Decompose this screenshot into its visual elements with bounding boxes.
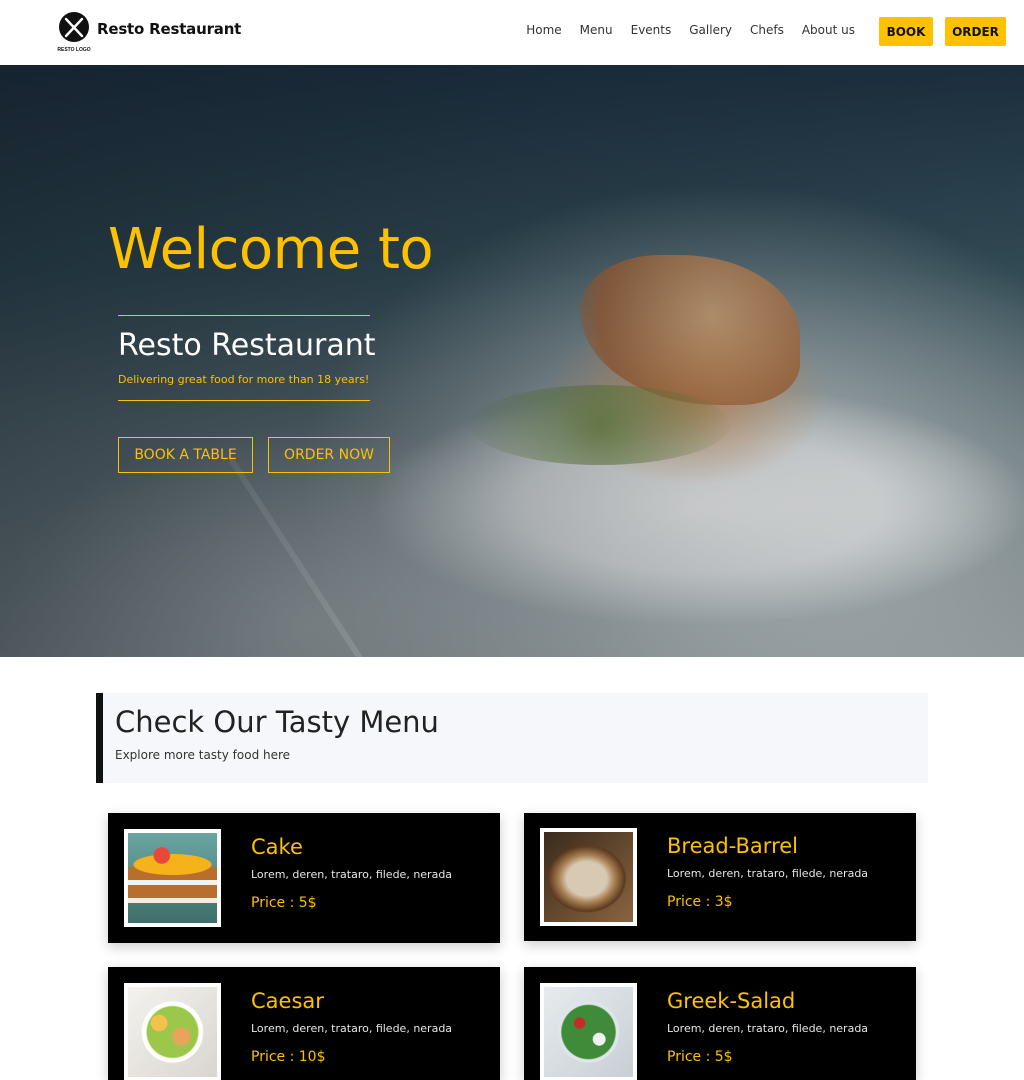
caesar-salad-image <box>124 983 221 1080</box>
menu-item-description: Lorem, deren, trataro, filede, nerada <box>251 868 453 881</box>
nav-links: Home Menu Events Gallery Chefs About us <box>517 23 864 37</box>
menu-card-caesar[interactable]: Caesar Lorem, deren, trataro, filede, ne… <box>108 967 500 1080</box>
menu-item-price: Price : 10$ <box>251 1049 326 1065</box>
menu-item-name: Caesar <box>251 989 324 1013</box>
menu-card-cake[interactable]: Cake Lorem, deren, trataro, filede, nera… <box>108 813 500 943</box>
menu-card-bread-barrel[interactable]: Bread-Barrel Lorem, deren, trataro, file… <box>524 813 916 941</box>
resto-logo[interactable]: RESTO LOGO <box>56 10 92 56</box>
order-button[interactable]: ORDER <box>945 17 1006 46</box>
brand-name[interactable]: Resto Restaurant <box>97 20 241 38</box>
hero-title: Welcome to <box>108 217 434 282</box>
nav-chefs[interactable]: Chefs <box>741 23 793 37</box>
menu-item-description: Lorem, deren, trataro, filede, nerada <box>667 867 869 880</box>
menu-card-greek-salad[interactable]: Greek-Salad Lorem, deren, trataro, filed… <box>524 967 916 1080</box>
cake-image <box>124 829 221 927</box>
nav-home[interactable]: Home <box>517 23 570 37</box>
navbar: RESTO LOGO Resto Restaurant Home Menu Ev… <box>0 0 1024 65</box>
menu-item-name: Cake <box>251 835 303 859</box>
hero-section: Welcome to Resto Restaurant Delivering g… <box>0 65 1024 657</box>
menu-item-price: Price : 5$ <box>667 1049 733 1065</box>
menu-header: Check Our Tasty Menu Explore more tasty … <box>96 693 928 783</box>
menu-title: Check Our Tasty Menu <box>115 705 439 739</box>
greek-salad-image <box>540 983 637 1080</box>
nav-events[interactable]: Events <box>622 23 681 37</box>
bread-image <box>540 828 637 926</box>
hero-restaurant-name: Resto Restaurant <box>118 328 376 363</box>
menu-item-price: Price : 5$ <box>251 895 317 911</box>
menu-item-description: Lorem, deren, trataro, filede, nerada <box>251 1022 453 1035</box>
nav-menu[interactable]: Menu <box>571 23 622 37</box>
order-now-button[interactable]: ORDER NOW <box>268 437 390 473</box>
menu-item-description: Lorem, deren, trataro, filede, nerada <box>667 1022 869 1035</box>
nav-gallery[interactable]: Gallery <box>680 23 741 37</box>
nav-about[interactable]: About us <box>793 23 864 37</box>
menu-item-name: Bread-Barrel <box>667 834 798 858</box>
menu-item-name: Greek-Salad <box>667 989 796 1013</box>
book-table-button[interactable]: BOOK A TABLE <box>118 437 253 473</box>
logo-text: RESTO LOGO <box>57 47 90 53</box>
menu-item-price: Price : 3$ <box>667 894 733 910</box>
book-button[interactable]: BOOK <box>879 17 933 46</box>
hero-info-box: Resto Restaurant Delivering great food f… <box>118 315 375 401</box>
hero-tagline: Delivering great food for more than 18 y… <box>118 373 370 386</box>
menu-subtitle: Explore more tasty food here <box>115 748 291 762</box>
